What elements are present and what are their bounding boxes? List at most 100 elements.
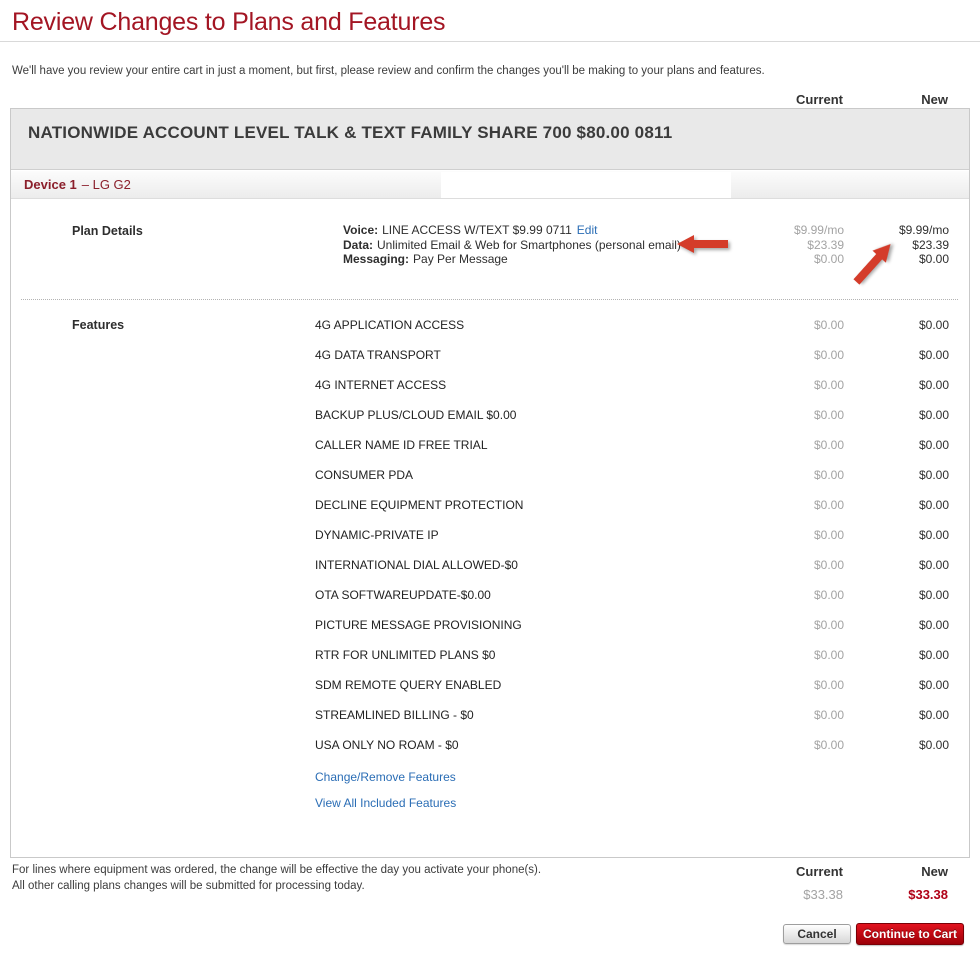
feature-new-value: $0.00 [918, 708, 949, 722]
feature-current-value: $0.00 [813, 708, 844, 722]
feature-name: DYNAMIC-PRIVATE IP [315, 528, 439, 542]
feature-row: BACKUP PLUS/CLOUD EMAIL $0.00 $0.00 $0.0… [11, 408, 969, 438]
view-all-included-features-link[interactable]: View All Included Features [315, 796, 456, 810]
feature-new-value: $0.00 [918, 468, 949, 482]
column-header-current: Current [796, 92, 843, 107]
feature-row: 4G INTERNET ACCESS $0.00 $0.00 [11, 378, 969, 408]
feature-name: 4G APPLICATION ACCESS [315, 318, 465, 332]
feature-name: DECLINE EQUIPMENT PROTECTION [315, 498, 524, 512]
feature-row: INTERNATIONAL DIAL ALLOWED-$0 $0.00 $0.0… [11, 558, 969, 588]
feature-current-value: $0.00 [813, 528, 844, 542]
feature-name: USA ONLY NO ROAM - $0 [315, 738, 459, 752]
device-bar: Device 1 – LG G2 [11, 171, 969, 199]
feature-name: BACKUP PLUS/CLOUD EMAIL $0.00 [315, 408, 517, 422]
plan-row-messaging-label: Messaging: [343, 252, 410, 267]
title-divider [0, 41, 980, 42]
intro-text: We'll have you review your entire cart i… [12, 65, 765, 77]
feature-name: 4G DATA TRANSPORT [315, 348, 441, 362]
feature-name: CONSUMER PDA [315, 468, 414, 482]
feature-new-value: $0.00 [918, 648, 949, 662]
plan-row-data: Data: Unlimited Email & Web for Smartphon… [343, 238, 681, 253]
plan-row-messaging: Messaging: Pay Per Message [343, 252, 681, 267]
feature-row: SDM REMOTE QUERY ENABLED $0.00 $0.00 [11, 678, 969, 708]
plan-messaging-current: $0.00 [813, 252, 844, 267]
plan-current-values: $9.99/mo $23.39 $0.00 [744, 223, 844, 267]
plan-row-voice-text: LINE ACCESS W/TEXT $9.99 0711 [382, 223, 572, 237]
feature-current-value: $0.00 [813, 408, 844, 422]
plan-row-messaging-text: Pay Per Message [413, 252, 508, 267]
feature-new-value: $0.00 [918, 588, 949, 602]
plan-details-rows: Voice: LINE ACCESS W/TEXT $9.99 0711 Edit … [343, 223, 681, 267]
feature-name: RTR FOR UNLIMITED PLANS $0 [315, 648, 496, 662]
plan-name-header: NATIONWIDE ACCOUNT LEVEL TALK & TEXT FAM… [11, 109, 969, 170]
plan-row-data-label: Data: [343, 237, 374, 252]
cancel-button[interactable]: Cancel [783, 924, 851, 944]
feature-current-value: $0.00 [813, 678, 844, 692]
footer-current-label: Current [796, 864, 843, 879]
plan-row-voice-label: Voice: [343, 223, 379, 237]
feature-row: USA ONLY NO ROAM - $0 $0.00 $0.00 [11, 738, 969, 768]
feature-new-value: $0.00 [918, 618, 949, 632]
feature-new-value: $0.00 [918, 678, 949, 692]
feature-current-value: $0.00 [813, 438, 844, 452]
feature-current-value: $0.00 [813, 498, 844, 512]
plan-row-data-text: Unlimited Email & Web for Smartphones (p… [377, 237, 681, 252]
feature-new-value: $0.00 [918, 408, 949, 422]
feature-current-value: $0.00 [813, 588, 844, 602]
dotted-divider [21, 299, 958, 300]
feature-new-value: $0.00 [918, 528, 949, 542]
plan-voice-new: $9.99/mo [898, 223, 949, 237]
edit-voice-link[interactable]: Edit [577, 223, 598, 237]
device-label: Device 1 [24, 177, 77, 192]
change-remove-features-link[interactable]: Change/Remove Features [315, 770, 456, 784]
feature-current-value: $0.00 [813, 738, 844, 752]
feature-current-value: $0.00 [813, 558, 844, 572]
device-name: – LG G2 [81, 177, 131, 192]
column-header-new: New [921, 92, 948, 107]
feature-new-value: $0.00 [918, 558, 949, 572]
feature-name: STREAMLINED BILLING - $0 [315, 708, 474, 722]
feature-name: PICTURE MESSAGE PROVISIONING [315, 618, 522, 632]
footer-note-line2: All other calling plans changes will be … [12, 880, 365, 892]
plan-details-label: Plan Details [72, 224, 143, 238]
feature-current-value: $0.00 [813, 648, 844, 662]
current-total: $33.38 [803, 887, 843, 902]
feature-new-value: $0.00 [918, 498, 949, 512]
feature-name: 4G INTERNET ACCESS [315, 378, 447, 392]
data-plan-arrow-icon [677, 235, 728, 253]
feature-row: DYNAMIC-PRIVATE IP $0.00 $0.00 [11, 528, 969, 558]
redacted-area [441, 172, 731, 198]
feature-name: INTERNATIONAL DIAL ALLOWED-$0 [315, 558, 518, 572]
feature-name: OTA SOFTWAREUPDATE-$0.00 [315, 588, 491, 602]
plan-row-voice: Voice: LINE ACCESS W/TEXT $9.99 0711 Edit [343, 223, 681, 238]
feature-name: SDM REMOTE QUERY ENABLED [315, 678, 502, 692]
feature-row: RTR FOR UNLIMITED PLANS $0 $0.00 $0.00 [11, 648, 969, 678]
plan-data-current: $23.39 [807, 237, 844, 252]
feature-name: CALLER NAME ID FREE TRIAL [315, 438, 488, 452]
feature-row: PICTURE MESSAGE PROVISIONING $0.00 $0.00 [11, 618, 969, 648]
plan-panel: NATIONWIDE ACCOUNT LEVEL TALK & TEXT FAM… [10, 108, 970, 858]
feature-current-value: $0.00 [813, 318, 844, 332]
footer-new-label: New [921, 864, 948, 879]
plan-voice-current: $9.99/mo [793, 223, 844, 237]
continue-to-cart-button[interactable]: Continue to Cart [856, 923, 964, 945]
feature-current-value: $0.00 [813, 378, 844, 392]
feature-new-value: $0.00 [918, 378, 949, 392]
feature-current-value: $0.00 [813, 618, 844, 632]
feature-row: 4G DATA TRANSPORT $0.00 $0.00 [11, 348, 969, 378]
feature-new-value: $0.00 [918, 738, 949, 752]
feature-row: STREAMLINED BILLING - $0 $0.00 $0.00 [11, 708, 969, 738]
page-title: Review Changes to Plans and Features [12, 8, 446, 36]
feature-row: OTA SOFTWAREUPDATE-$0.00 $0.00 $0.00 [11, 588, 969, 618]
feature-row: CONSUMER PDA $0.00 $0.00 [11, 468, 969, 498]
plan-data-new: $23.39 [912, 237, 949, 252]
feature-current-value: $0.00 [813, 348, 844, 362]
footer-note-line1: For lines where equipment was ordered, t… [12, 864, 542, 876]
feature-new-value: $0.00 [918, 438, 949, 452]
feature-row: CALLER NAME ID FREE TRIAL $0.00 $0.00 [11, 438, 969, 468]
feature-row: 4G APPLICATION ACCESS $0.00 $0.00 [11, 318, 969, 348]
feature-new-value: $0.00 [918, 348, 949, 362]
new-total: $33.38 [908, 887, 948, 902]
feature-new-value: $0.00 [918, 318, 949, 332]
feature-row: DECLINE EQUIPMENT PROTECTION $0.00 $0.00 [11, 498, 969, 528]
